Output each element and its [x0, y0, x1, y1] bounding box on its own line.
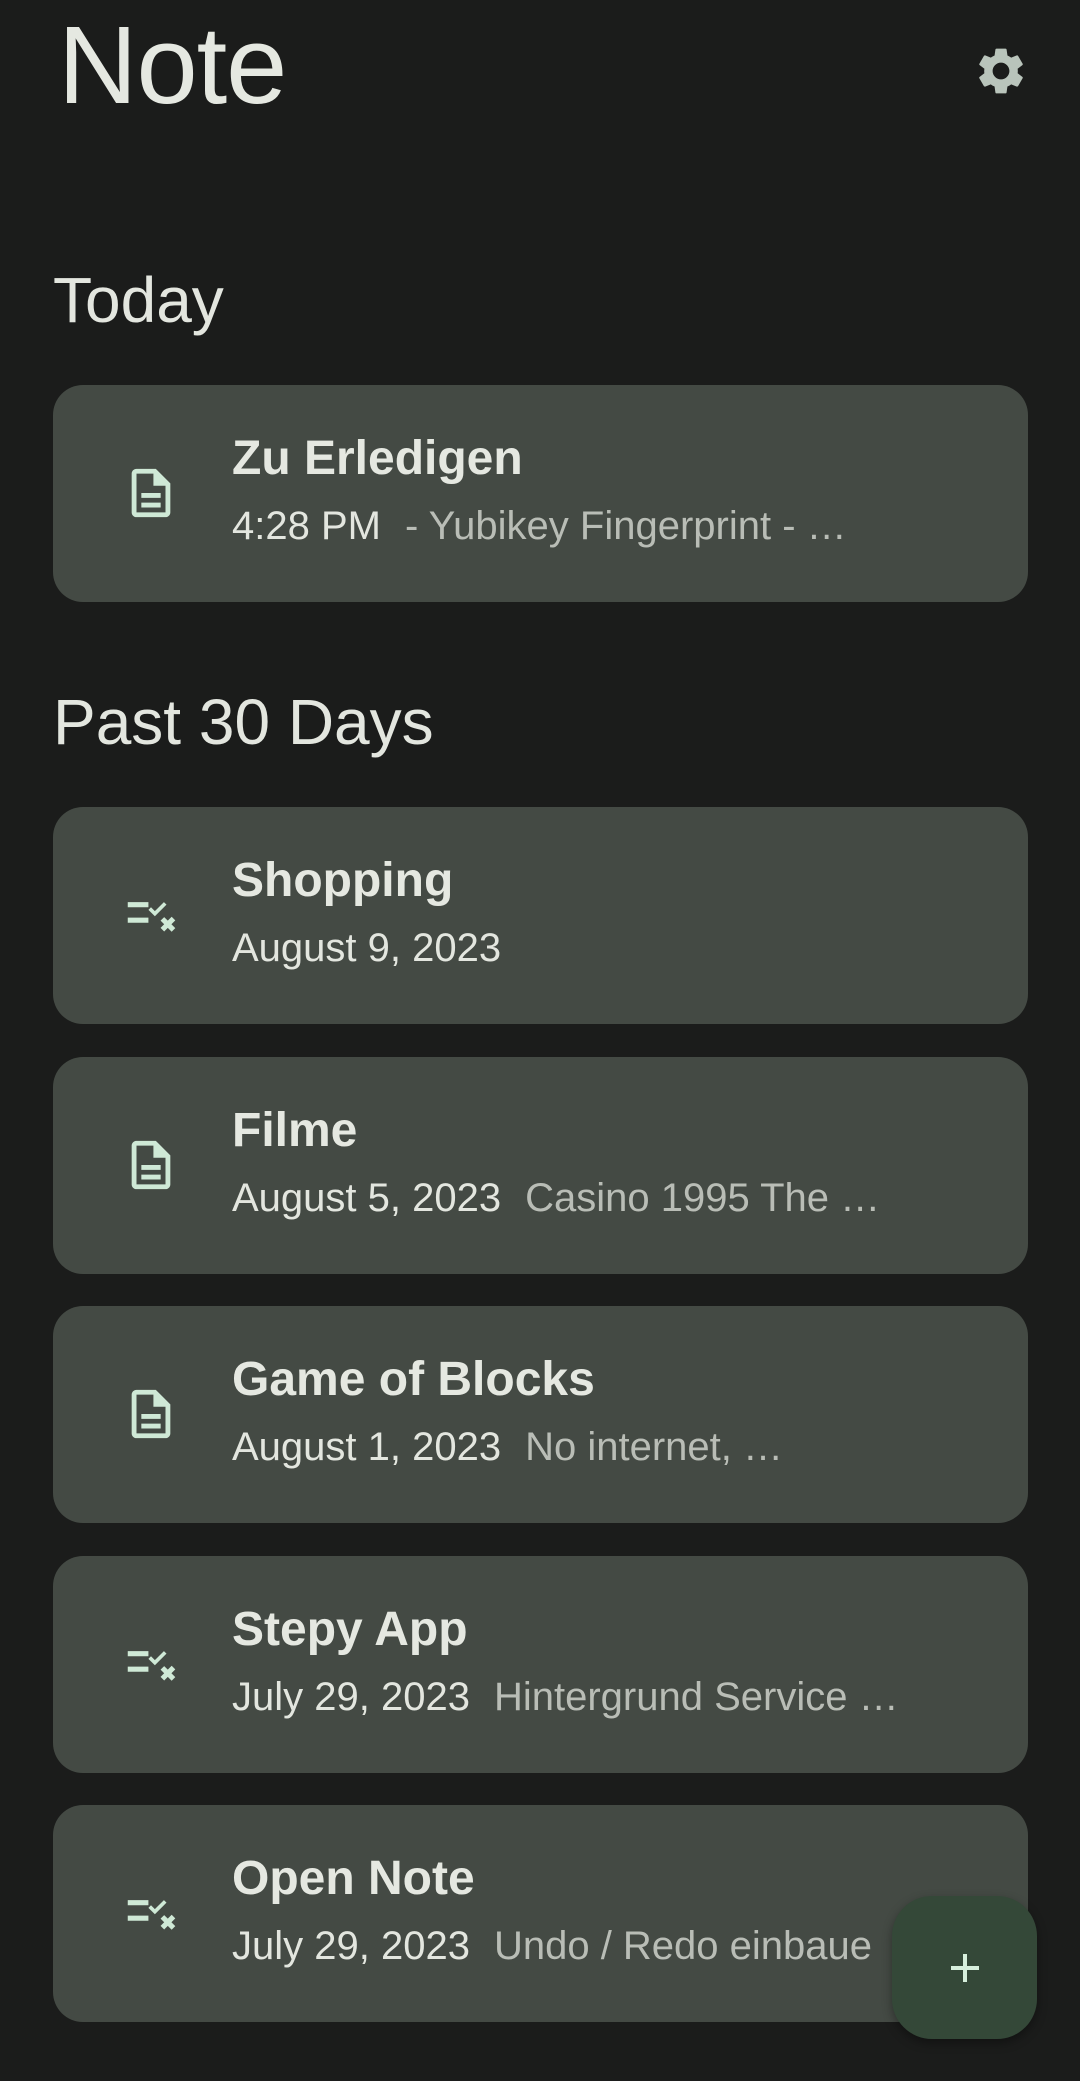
note-card[interactable]: Filme August 5, 2023 Casino 1995 The …	[53, 1057, 1028, 1274]
settings-button[interactable]	[968, 38, 1034, 104]
note-preview: Hintergrund Service …	[493, 1675, 899, 1719]
checklist-icon	[115, 1628, 187, 1700]
note-meta: 4:28 PM - Yubikey Fingerprint - …	[232, 501, 922, 551]
note-meta: August 1, 2023 No internet, …	[232, 1422, 922, 1472]
note-preview: Casino 1995 The …	[525, 1176, 881, 1220]
note-date: 4:28 PM	[232, 504, 381, 548]
note-title: Shopping	[232, 854, 454, 907]
note-title: Open Note	[232, 1852, 475, 1905]
checklist-icon	[115, 879, 187, 951]
note-date: August 5, 2023	[232, 1176, 502, 1220]
note-preview: Undo / Redo einbaue	[493, 1924, 873, 1968]
section-header-past-30-days: Past 30 Days	[53, 686, 434, 758]
note-date: July 29, 2023	[232, 1675, 470, 1719]
note-title: Stepy App	[232, 1603, 468, 1656]
note-date: August 1, 2023	[232, 1425, 502, 1469]
note-title: Zu Erledigen	[232, 432, 523, 485]
note-card[interactable]: Game of Blocks August 1, 2023 No internet…	[53, 1306, 1028, 1523]
note-card[interactable]: Stepy App July 29, 2023 Hintergrund Servi…	[53, 1556, 1028, 1773]
document-icon	[115, 1378, 187, 1450]
app-title: Note	[58, 4, 287, 127]
note-preview: - Yubikey Fingerprint - …	[404, 504, 847, 548]
note-date: August 9, 2023	[232, 926, 502, 970]
note-card[interactable]: Zu Erledigen 4:28 PM - Yubikey Fingerprin…	[53, 385, 1028, 602]
plus-icon	[950, 1953, 979, 1982]
gear-icon	[979, 48, 1023, 94]
document-icon	[115, 1129, 187, 1201]
note-meta: July 29, 2023 Undo / Redo einbaue	[232, 1921, 922, 1971]
note-meta: July 29, 2023 Hintergrund Service …	[232, 1672, 922, 1722]
note-card[interactable]: Open Note July 29, 2023 Undo / Redo einba…	[53, 1805, 1028, 2022]
section-header-today: Today	[53, 264, 224, 336]
add-note-button[interactable]	[892, 1896, 1037, 2039]
note-meta: August 5, 2023 Casino 1995 The …	[232, 1173, 922, 1223]
note-preview: No internet, …	[525, 1425, 783, 1469]
note-title: Filme	[232, 1104, 358, 1157]
note-meta: August 9, 2023	[232, 923, 922, 973]
note-card[interactable]: Shopping August 9, 2023	[53, 807, 1028, 1024]
note-title: Game of Blocks	[232, 1353, 595, 1406]
document-icon	[115, 457, 187, 529]
note-date: July 29, 2023	[232, 1924, 470, 1968]
checklist-icon	[115, 1877, 187, 1949]
